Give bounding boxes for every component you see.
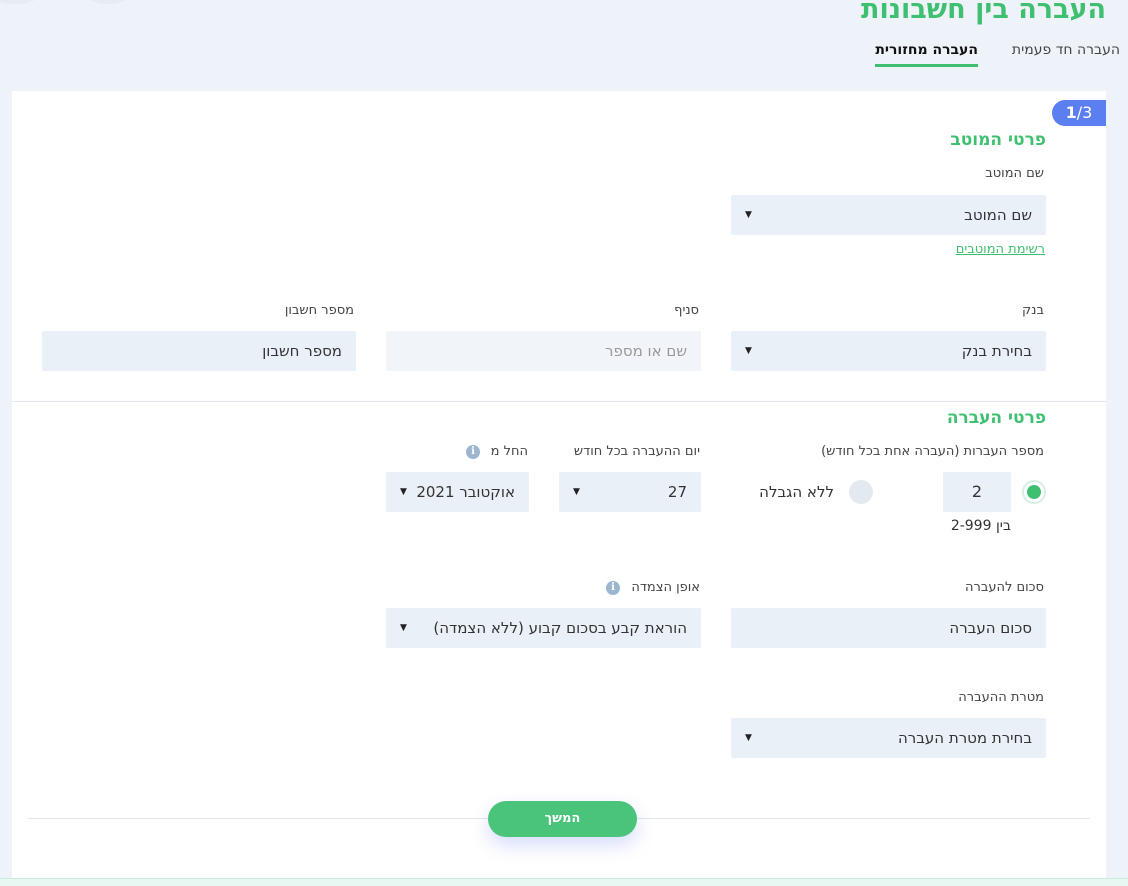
linkage-label: אופן הצמדה — [631, 580, 700, 595]
transfer-count-radio[interactable] — [1022, 480, 1046, 504]
background-decoration — [0, 0, 50, 4]
tab-recurring-transfer[interactable]: העברה מחזורית — [875, 42, 978, 67]
unlimited-label: ללא הגבלה — [759, 483, 834, 501]
continue-button[interactable]: המשך — [488, 801, 637, 837]
bank-value: בחירת בנק — [961, 342, 1032, 360]
section-divider — [12, 401, 1106, 402]
purpose-select[interactable]: בחירת מטרת העברה ▼ — [731, 718, 1046, 758]
step-current: 1 — [1065, 103, 1077, 122]
branch-placeholder: שם או מספר — [605, 342, 687, 360]
account-number-placeholder: מספר חשבון — [262, 342, 342, 360]
beneficiary-section-title: פרטי המוטב — [950, 130, 1046, 150]
tab-label: העברה מחזורית — [875, 42, 978, 58]
transfer-count-label: מספר העברות (העברה אחת בכל חודש) — [821, 444, 1044, 459]
amount-placeholder: סכום העברה — [949, 619, 1032, 637]
info-icon[interactable]: i — [606, 581, 620, 595]
page-title: העברה בין חשבונות — [861, 0, 1106, 25]
caret-down-icon: ▼ — [400, 623, 407, 633]
tab-label: העברה חד פעמית — [1011, 42, 1120, 58]
amount-label: סכום להעברה — [965, 580, 1044, 595]
caret-down-icon: ▼ — [573, 487, 580, 497]
tab-one-time-transfer[interactable]: העברה חד פעמית — [1012, 42, 1120, 58]
step-total: 3 — [1082, 103, 1093, 122]
transfer-day-value: 27 — [667, 483, 687, 501]
beneficiary-list-link[interactable]: רשימת המוטבים — [956, 242, 1045, 257]
start-date-label: החל מ — [490, 444, 528, 459]
transfer-count-input[interactable]: 2 — [943, 472, 1011, 512]
caret-down-icon: ▼ — [400, 487, 407, 497]
account-number-input[interactable]: מספר חשבון — [42, 331, 356, 371]
beneficiary-name-value: שם המוטב — [964, 206, 1032, 224]
start-date-value: אוקטובר 2021 — [416, 483, 515, 501]
beneficiary-name-select[interactable]: שם המוטב ▼ — [731, 195, 1046, 235]
branch-input: שם או מספר — [386, 331, 701, 371]
info-icon[interactable]: i — [466, 445, 480, 459]
transfer-day-select[interactable]: 27 ▼ — [559, 472, 701, 512]
step-indicator: 1/3 — [1052, 100, 1106, 126]
unlimited-radio[interactable] — [849, 480, 873, 504]
bank-label: בנק — [1022, 303, 1044, 318]
transfer-section-title: פרטי העברה — [946, 408, 1046, 428]
linkage-select[interactable]: הוראת קבע בסכום קבוע (ללא הצמדה) ▼ — [386, 608, 701, 648]
account-number-label: מספר חשבון — [284, 303, 354, 318]
caret-down-icon: ▼ — [745, 733, 752, 743]
caret-down-icon: ▼ — [745, 346, 752, 356]
purpose-value: בחירת מטרת העברה — [897, 729, 1032, 747]
transfer-day-label: יום ההעברה בכל חודש — [573, 444, 700, 459]
amount-input[interactable]: סכום העברה — [731, 608, 1046, 648]
background-decoration — [78, 0, 138, 4]
beneficiary-name-label: שם המוטב — [985, 166, 1044, 181]
transfer-count-range: בין 2-999 — [950, 518, 1011, 534]
caret-down-icon: ▼ — [745, 210, 752, 220]
start-date-select[interactable]: אוקטובר 2021 ▼ — [386, 472, 529, 512]
bank-select[interactable]: בחירת בנק ▼ — [731, 331, 1046, 371]
branch-label: סניף — [674, 303, 699, 318]
linkage-value: הוראת קבע בסכום קבוע (ללא הצמדה) — [433, 619, 687, 637]
purpose-label: מטרת ההעברה — [958, 690, 1044, 705]
